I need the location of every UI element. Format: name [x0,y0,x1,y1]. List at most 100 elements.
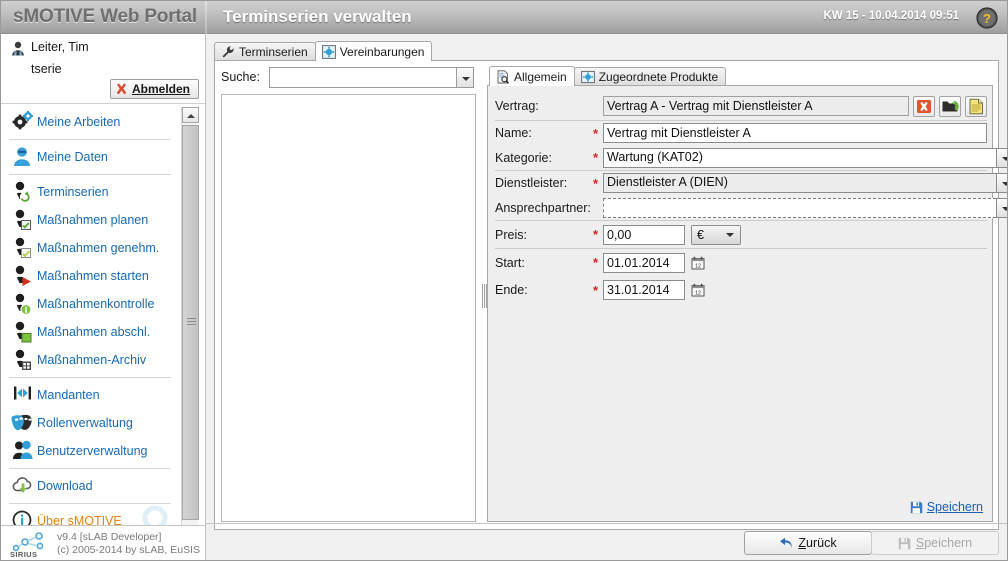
name-field[interactable] [603,123,987,143]
start-date-field[interactable] [603,252,685,273]
field-row-ansprechpartner: Ansprechpartner: [495,195,1007,220]
chevron-down-icon[interactable] [722,225,740,245]
search-combo[interactable] [269,67,474,88]
chevron-down-icon[interactable] [996,197,1007,218]
field-label-vertrag: Vertrag: [495,99,539,113]
sidebar: Leiter, Tim tserie Abmelden Meine Arbeit… [1,34,206,560]
calendar-week-clock: KW 15 - 10.04.2014 09:51 [823,10,959,22]
sidebar-item-massnahmenkontrolle[interactable]: Maßnahmenkontrolle [9,290,171,318]
search-label: Suche: [221,70,260,84]
sidebar-item-label: Terminserien [37,185,109,199]
user-box: Leiter, Tim tserie Abmelden [1,34,205,104]
sidebar-item-label: Maßnahmenkontrolle [37,297,155,311]
sidebar-item-label: Benutzerverwaltung [37,444,148,458]
sidebar-item-label: Meine Arbeiten [37,115,121,129]
search-column: Suche: [221,67,476,523]
sidebar-item-label: Über sMOTIVE [37,514,122,525]
blue-gear-icon [321,44,336,59]
splitter-grip [482,284,487,308]
currency-value: € [697,227,704,242]
version-label: v9.4 [sLAB Developer] [57,531,162,543]
sirius-logo-icon: SIRIUS [9,531,49,559]
detail-panel: Vertrag: Vertrag A - Vertrag mit Dienstl… [487,85,1007,522]
required-marker-name: * [593,125,599,141]
scrollbar-thumb[interactable] [182,125,199,520]
save-button[interactable]: Speichern [871,531,999,555]
back-button[interactable]: Zurück [744,531,872,555]
sidebar-item-massnahmen-starten[interactable]: Maßnahmen starten [9,262,171,290]
scroll-up-icon[interactable] [182,107,199,123]
field-row-dienstleister: Dienstleister: * Dienstleister A (DIEN) [495,170,1007,195]
main-area: Terminserien Vereinbarungen Suche: Allge… [206,34,1007,560]
sidebar-item-download[interactable]: Download [9,472,171,500]
nav-group: Download [9,469,171,504]
field-label-ansprechpartner: Ansprechpartner: [495,200,591,215]
sidebar-item-massnahmen-archiv[interactable]: Maßnahmen-Archiv [9,346,171,374]
delete-contract-button[interactable] [913,95,935,117]
chevron-down-icon[interactable] [996,173,1007,193]
sidebar-item-meine-arbeiten[interactable]: Meine Arbeiten [9,108,171,136]
sidebar-scrollbar[interactable] [181,107,199,555]
field-row-start: Start: * 12 [495,248,987,276]
new-contract-button[interactable] [965,95,987,117]
field-row-name: Name: * [495,120,987,145]
dienstleister-value: Dienstleister A (DIEN) [603,173,996,193]
sidebar-item-label: Meine Daten [37,150,108,164]
tab-label: Terminserien [239,45,308,59]
user-name: Leiter, Tim [31,40,89,54]
required-marker-start: * [593,255,599,270]
preis-field[interactable] [603,224,685,245]
sidebar-item-mandanten[interactable]: Mandanten [9,381,171,409]
tab-allgemein[interactable]: Allgemein [489,66,575,86]
logout-button[interactable]: Abmelden [109,79,199,99]
sidebar-item-benutzerverwaltung[interactable]: Benutzerverwaltung [9,437,171,465]
person-recurrence-icon [11,180,37,204]
chevron-down-icon[interactable] [456,67,474,88]
sidebar-item-meine-daten[interactable]: Meine Daten [9,143,171,171]
document-search-icon [496,69,510,84]
required-marker-ende: * [593,282,599,298]
vertrag-value-field[interactable] [603,96,909,116]
calendar-icon[interactable]: 12 [691,256,705,270]
kategorie-select[interactable]: Wartung (KAT02) [603,147,1007,168]
tab-zugeordnete-produkte[interactable]: Zugeordnete Produkte [573,67,727,86]
svg-text:12: 12 [695,291,701,297]
sidebar-item-massnahmen-planen[interactable]: Maßnahmen planen [9,206,171,234]
masks-roles-icon [11,411,37,435]
save-link[interactable]: Speichern [910,500,983,514]
field-row-vertrag: Vertrag: [495,92,987,120]
bottom-bar: Zurück Speichern [206,523,1007,560]
chevron-down-icon[interactable] [996,147,1007,168]
sidebar-item-ueber-smotive[interactable]: Über sMOTIVE [9,507,171,525]
wrench-icon [221,45,235,59]
end-date-field[interactable] [603,280,685,300]
sidebar-item-rollenverwaltung[interactable]: Rollenverwaltung [9,409,171,437]
tab-vereinbarungen[interactable]: Vereinbarungen [314,41,433,61]
sidebar-item-terminserien[interactable]: Terminserien [9,178,171,206]
nav-group: Über sMOTIVE [9,504,171,525]
sidebar-item-label: Maßnahmen-Archiv [37,353,147,367]
detail-column: Allgemein Zugeordnete Produkte Vertrag: … [487,66,1007,524]
help-question-icon[interactable]: ? [976,7,998,29]
sidebar-item-label: Download [37,479,93,493]
field-row-preis: Preis: * € [495,220,987,248]
sidebar-item-label: Rollenverwaltung [37,416,133,430]
search-input[interactable] [269,67,456,88]
ansprechpartner-select[interactable] [603,197,1007,218]
contract-form: Vertrag: Vertrag A - Vertrag mit Dienstl… [495,92,1007,304]
required-marker-preis: * [593,227,599,242]
load-contract-button[interactable] [939,95,961,117]
tab-terminserien[interactable]: Terminserien [214,42,316,61]
calendar-icon[interactable]: 12 [691,283,705,297]
dienstleister-select[interactable]: Dienstleister A (DIEN) [603,173,1007,193]
field-label-start: Start: [495,255,525,270]
sidebar-item-massnahmen-abschl[interactable]: Maßnahmen abschl. [9,318,171,346]
cloud-download-icon [11,474,37,498]
nav-group: Meine Arbeiten [9,105,171,140]
svg-text:12: 12 [695,263,701,269]
detail-tabbar: Allgemein Zugeordnete Produkte [489,66,727,86]
search-result-list[interactable] [221,94,476,522]
detail-tab-label: Zugeordnete Produkte [598,70,719,84]
currency-select[interactable]: € [691,224,741,245]
sidebar-item-massnahmen-genehm[interactable]: Maßnahmen genehm. [9,234,171,262]
